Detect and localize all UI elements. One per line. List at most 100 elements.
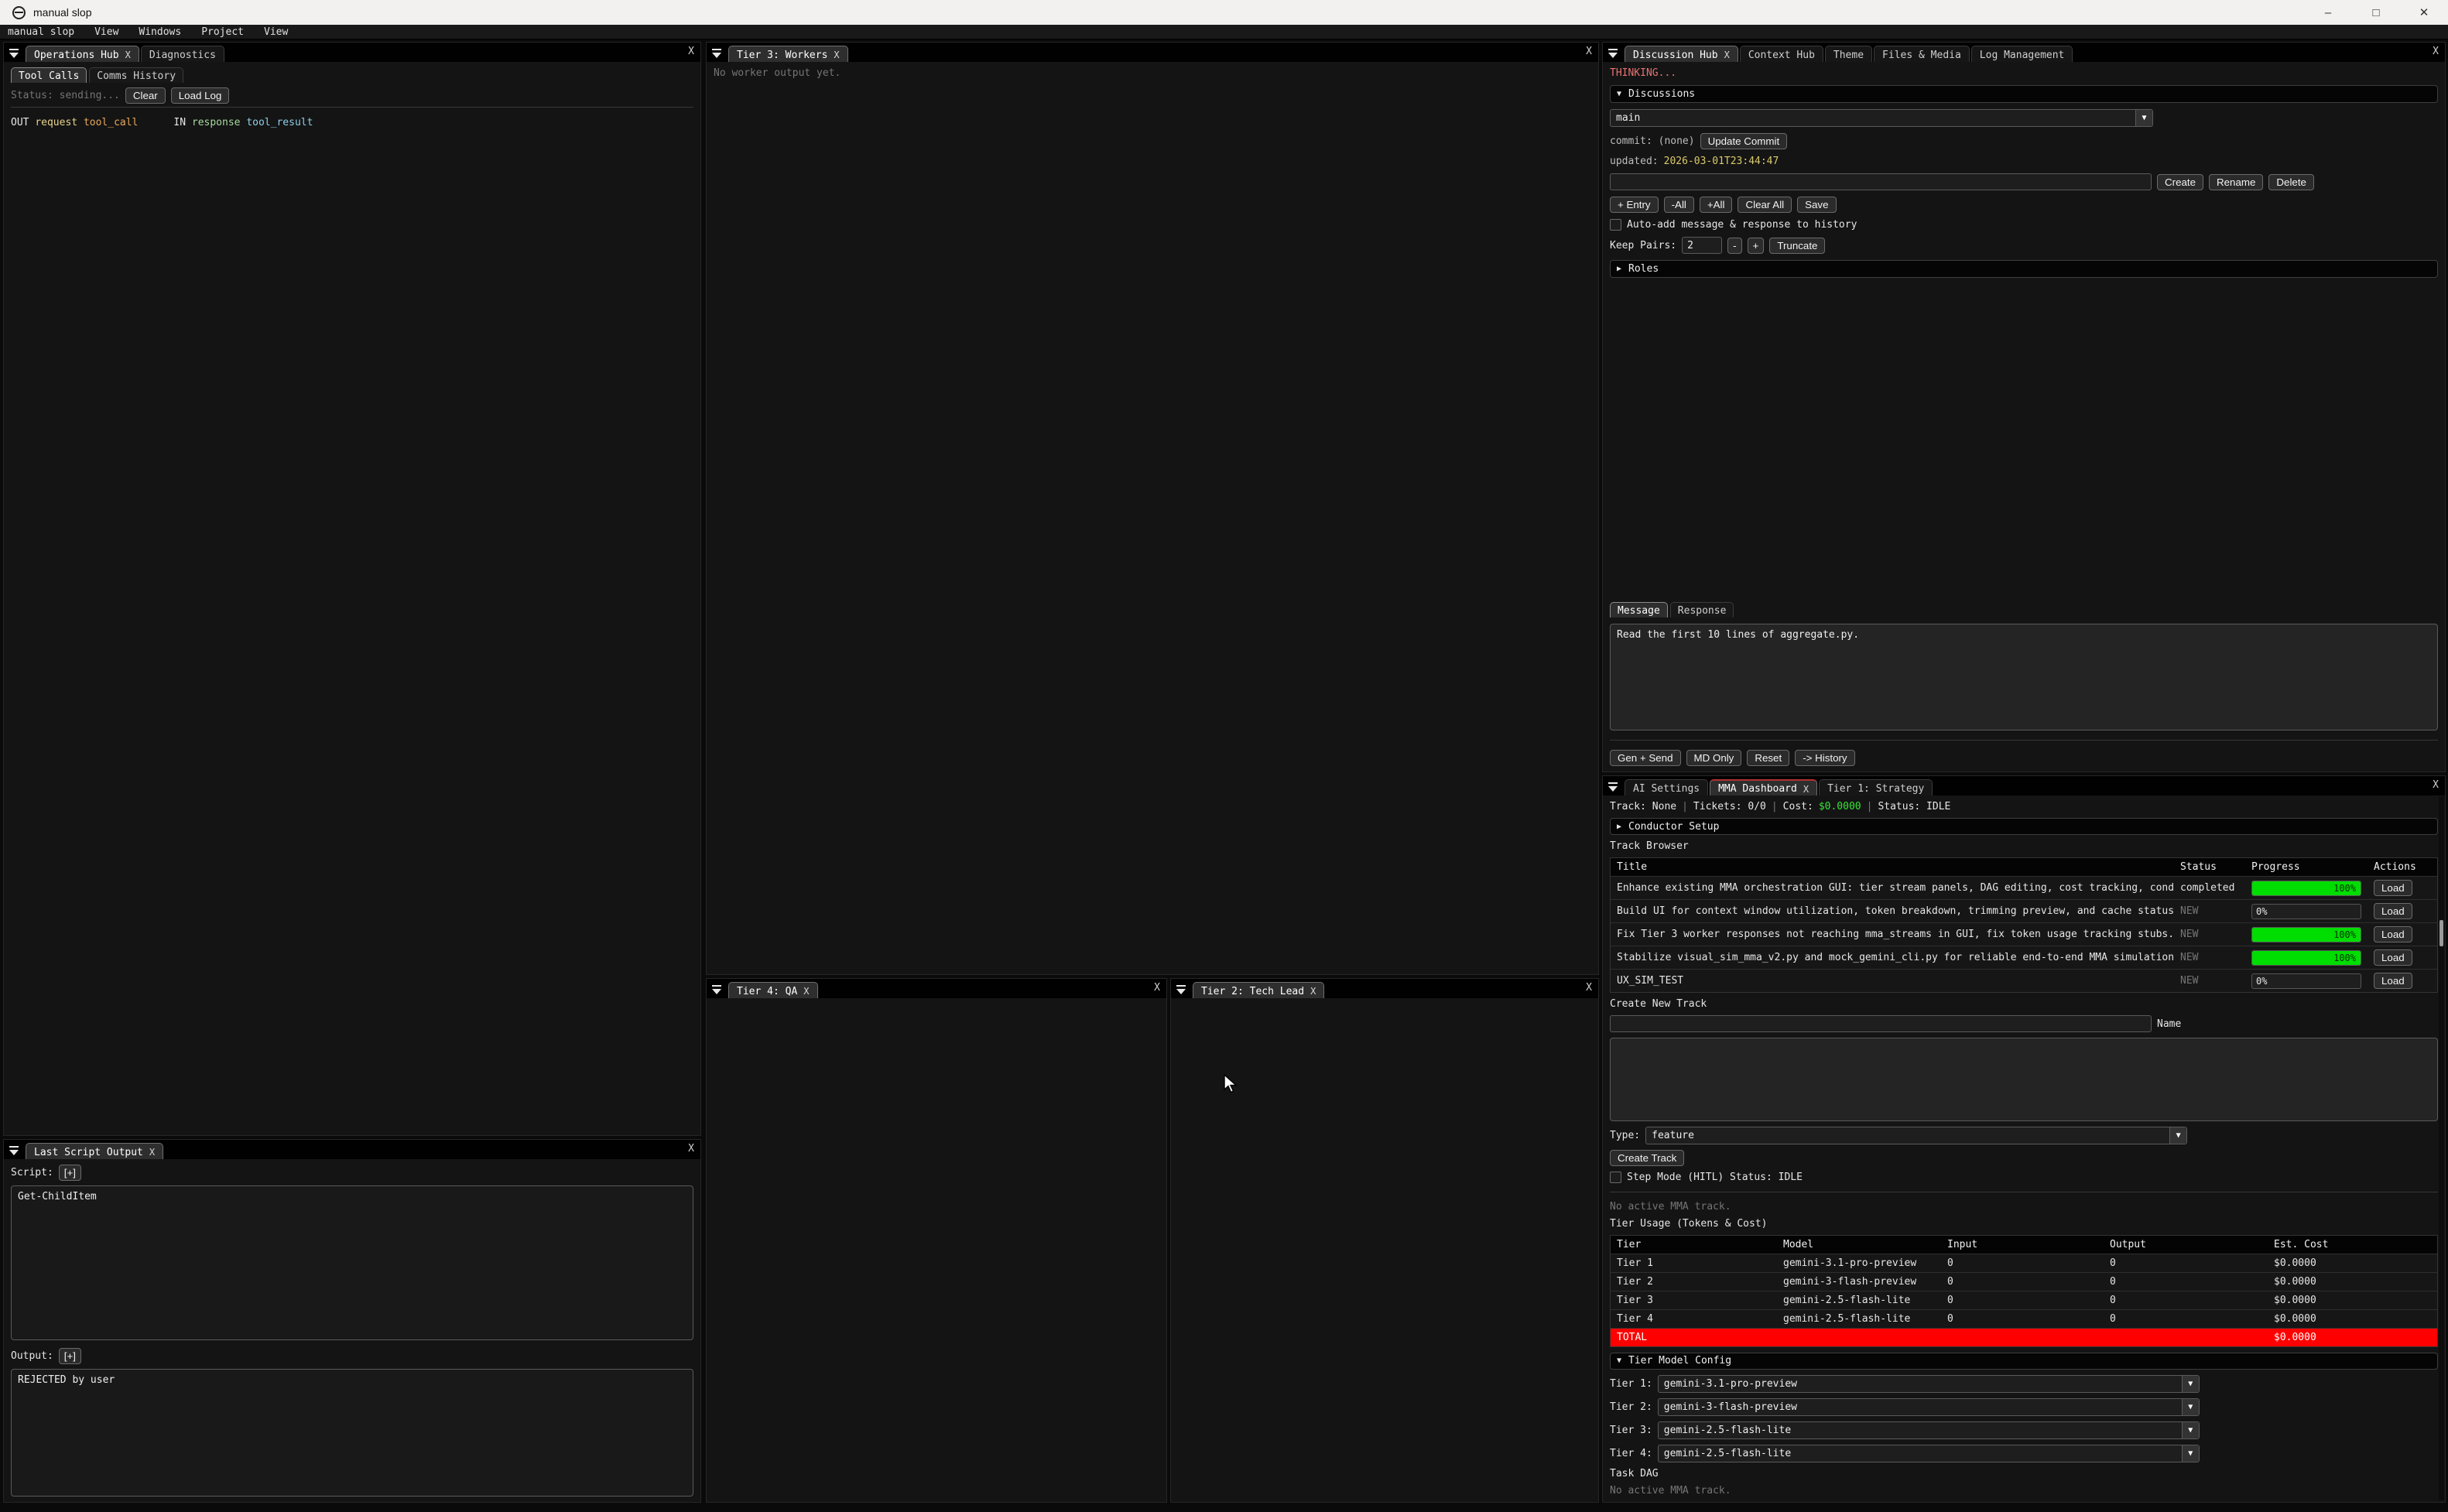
track-row[interactable]: Stabilize visual_sim_mma_v2.py and mock_… xyxy=(1611,946,2437,970)
truncate-button[interactable]: Truncate xyxy=(1769,238,1825,254)
tier3-model-select[interactable]: gemini-2.5-flash-lite ▼ xyxy=(1658,1421,2200,1439)
tier1-model-select[interactable]: gemini-3.1-pro-preview ▼ xyxy=(1658,1375,2200,1393)
menu-item-windows[interactable]: Windows xyxy=(139,26,181,38)
load-track-button[interactable]: Load xyxy=(2374,949,2412,966)
panel-collapse-icon[interactable] xyxy=(1176,984,1186,995)
panel-collapse-icon[interactable] xyxy=(9,48,19,59)
roles-collapsible-header[interactable]: ▶ Roles xyxy=(1610,260,2438,278)
tab-comms-history[interactable]: Comms History xyxy=(89,67,183,83)
message-textarea[interactable]: Read the first 10 lines of aggregate.py. xyxy=(1610,624,2438,730)
panel-close-icon[interactable]: X xyxy=(688,1143,694,1155)
increment-button[interactable]: + xyxy=(1748,238,1765,254)
tab-tool-calls[interactable]: Tool Calls xyxy=(11,67,87,83)
md-only-button[interactable]: MD Only xyxy=(1686,750,1742,766)
track-row[interactable]: Fix Tier 3 worker responses not reaching… xyxy=(1611,923,2437,946)
track-row[interactable]: Build UI for context window utilization,… xyxy=(1611,900,2437,923)
scrollbar[interactable] xyxy=(2439,796,2444,1500)
menu-item-view-2[interactable]: View xyxy=(264,26,288,38)
tab-mma-dashboard[interactable]: MMA Dashboard X xyxy=(1710,779,1817,795)
conductor-setup-collapsible-header[interactable]: ▶ Conductor Setup xyxy=(1610,818,2438,835)
load-track-button[interactable]: Load xyxy=(2374,880,2412,896)
step-mode-checkbox[interactable] xyxy=(1610,1172,1621,1183)
tab-diagnostics[interactable]: Diagnostics xyxy=(141,46,224,62)
load-track-button[interactable]: Load xyxy=(2374,903,2412,919)
tab-tier4-qa[interactable]: Tier 4: QA X xyxy=(728,982,818,998)
discussion-name-input[interactable] xyxy=(1610,173,2152,190)
tab-message[interactable]: Message xyxy=(1610,602,1668,617)
panel-collapse-icon[interactable] xyxy=(1607,48,1618,59)
track-row[interactable]: Enhance existing MMA orchestration GUI: … xyxy=(1611,877,2437,900)
delete-button[interactable]: Delete xyxy=(2268,174,2314,190)
create-button[interactable]: Create xyxy=(2157,174,2203,190)
tab-tier3-workers[interactable]: Tier 3: Workers X xyxy=(728,46,848,62)
tab-discussion-hub[interactable]: Discussion Hub X xyxy=(1625,46,1738,62)
save-button[interactable]: Save xyxy=(1797,197,1836,213)
tab-log-management[interactable]: Log Management xyxy=(1971,46,2073,62)
panel-close-icon[interactable]: X xyxy=(688,46,694,57)
maximize-icon[interactable]: □ xyxy=(2352,0,2400,25)
gen-send-button[interactable]: Gen + Send xyxy=(1610,750,1681,766)
tab-context-hub[interactable]: Context Hub xyxy=(1740,46,1823,62)
tab-tier2-tech-lead[interactable]: Tier 2: Tech Lead X xyxy=(1193,982,1324,998)
script-expand-button[interactable]: [+] xyxy=(59,1165,81,1181)
to-history-button[interactable]: -> History xyxy=(1795,750,1854,766)
panel-collapse-icon[interactable] xyxy=(711,984,722,995)
tab-operations-hub[interactable]: Operations Hub X xyxy=(26,46,139,62)
tier4-model-select[interactable]: gemini-2.5-flash-lite ▼ xyxy=(1658,1445,2200,1462)
clear-button[interactable]: Clear xyxy=(125,87,166,104)
clear-all-button[interactable]: Clear All xyxy=(1738,197,1792,213)
collapse-all-button[interactable]: -All xyxy=(1664,197,1694,213)
tab-close-icon[interactable]: X xyxy=(125,50,131,60)
discussion-select[interactable]: main ▼ xyxy=(1610,109,2153,127)
tab-close-icon[interactable]: X xyxy=(1803,784,1809,795)
tab-theme[interactable]: Theme xyxy=(1825,46,1872,62)
panel-close-icon[interactable]: X xyxy=(1586,46,1592,57)
scrollbar-thumb[interactable] xyxy=(2439,920,2443,946)
load-track-button[interactable]: Load xyxy=(2374,926,2412,942)
track-row[interactable]: UX_SIM_TEST NEW 0% Load xyxy=(1611,970,2437,992)
tab-close-icon[interactable]: X xyxy=(834,50,839,60)
output-content-box[interactable]: REJECTED by user xyxy=(11,1369,693,1497)
load-track-button[interactable]: Load xyxy=(2374,973,2412,989)
decrement-button[interactable]: - xyxy=(1727,238,1741,254)
tool-call-log-entry[interactable]: OUT request tool_call IN response tool_r… xyxy=(11,117,693,128)
panel-collapse-icon[interactable] xyxy=(1607,782,1618,792)
expand-all-button[interactable]: +All xyxy=(1700,197,1733,213)
menu-item-manual-slop[interactable]: manual slop xyxy=(8,26,74,38)
tab-close-icon[interactable]: X xyxy=(149,1147,155,1158)
track-name-input[interactable] xyxy=(1610,1015,2152,1032)
add-entry-button[interactable]: + Entry xyxy=(1610,197,1659,213)
reset-button[interactable]: Reset xyxy=(1747,750,1789,766)
output-expand-button[interactable]: [+] xyxy=(59,1348,81,1364)
script-content-box[interactable]: Get-ChildItem xyxy=(11,1185,693,1340)
menu-item-view[interactable]: View xyxy=(94,26,118,38)
tab-files-media[interactable]: Files & Media xyxy=(1874,46,1970,62)
load-log-button[interactable]: Load Log xyxy=(171,87,230,104)
panel-collapse-icon[interactable] xyxy=(9,1145,19,1156)
tier2-model-select[interactable]: gemini-3-flash-preview ▼ xyxy=(1658,1398,2200,1416)
rename-button[interactable]: Rename xyxy=(2209,174,2263,190)
close-icon[interactable]: ✕ xyxy=(2400,0,2448,25)
track-type-select[interactable]: feature ▼ xyxy=(1645,1127,2187,1144)
tab-close-icon[interactable]: X xyxy=(803,986,809,997)
tab-close-icon[interactable]: X xyxy=(1310,986,1316,997)
tab-close-icon[interactable]: X xyxy=(1724,50,1730,60)
tab-tier1-strategy[interactable]: Tier 1: Strategy xyxy=(1819,779,1933,795)
panel-close-icon[interactable]: X xyxy=(1154,982,1160,994)
tab-ai-settings[interactable]: AI Settings xyxy=(1625,779,1708,795)
panel-close-icon[interactable]: X xyxy=(1586,982,1592,994)
panel-close-icon[interactable]: X xyxy=(2433,46,2439,57)
tier-model-config-collapsible-header[interactable]: ▼ Tier Model Config xyxy=(1610,1353,2438,1370)
panel-close-icon[interactable]: X xyxy=(2433,779,2439,791)
discussions-collapsible-header[interactable]: ▼ Discussions xyxy=(1610,85,2438,103)
tab-response[interactable]: Response xyxy=(1670,602,1734,617)
create-track-button[interactable]: Create Track xyxy=(1610,1150,1684,1166)
auto-add-checkbox[interactable] xyxy=(1610,219,1621,231)
track-description-textarea[interactable] xyxy=(1610,1038,2438,1120)
minimize-icon[interactable]: – xyxy=(2304,0,2352,25)
keep-pairs-input[interactable] xyxy=(1682,237,1722,254)
menu-item-project[interactable]: Project xyxy=(201,26,244,38)
tab-last-script-output[interactable]: Last Script Output X xyxy=(26,1143,163,1159)
update-commit-button[interactable]: Update Commit xyxy=(1700,133,1788,149)
panel-collapse-icon[interactable] xyxy=(711,48,722,59)
